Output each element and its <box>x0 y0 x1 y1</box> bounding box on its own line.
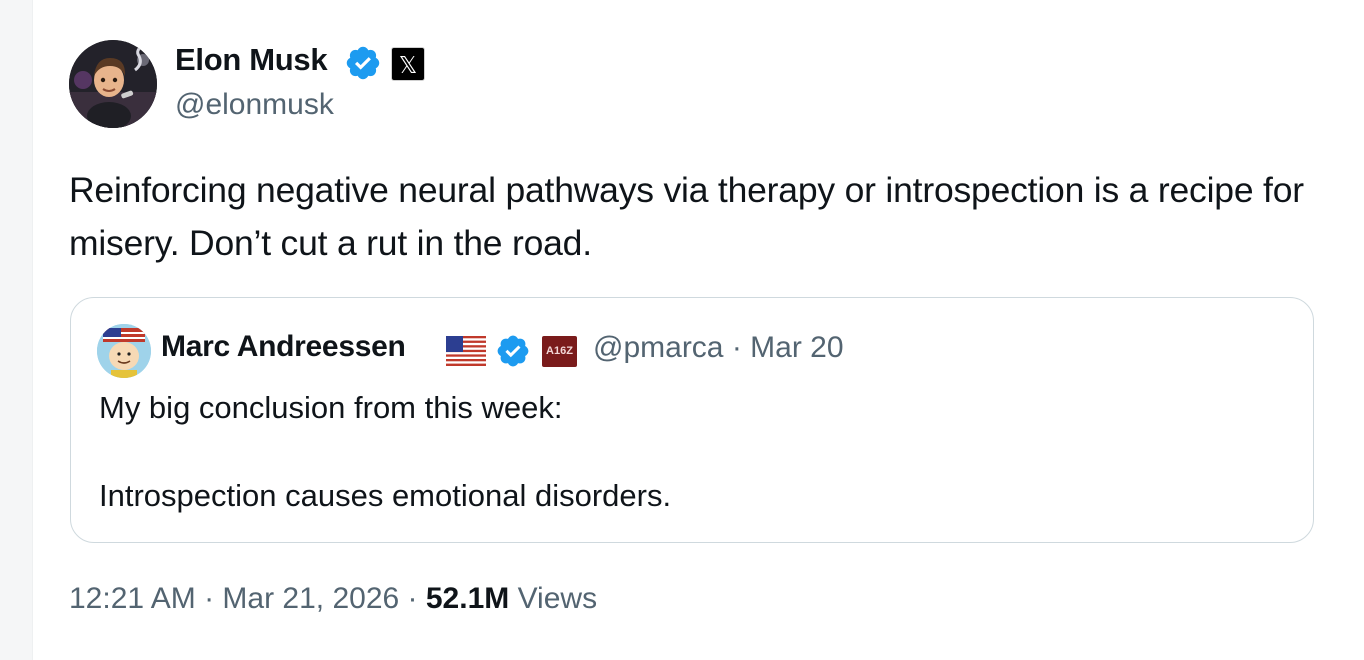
quote-author-name[interactable]: Marc Andreessen <box>161 330 406 364</box>
quote-text-line: My big conclusion from this week: <box>99 390 563 425</box>
views-label: Views <box>509 582 598 615</box>
us-flag-icon <box>446 336 486 366</box>
verified-badge-icon[interactable] <box>495 333 531 369</box>
author-handle[interactable]: @elonmusk <box>175 88 334 122</box>
tweet-footer: 12:21 AM · Mar 21, 2026 · 52.1M Views <box>69 582 597 616</box>
author-avatar[interactable] <box>69 40 157 128</box>
author-name[interactable]: Elon Musk <box>175 42 328 78</box>
tweet-card: Elon Musk 𝕏 @elonmusk Reinforcing negati… <box>32 0 1364 660</box>
a16z-logo-icon[interactable]: A16Z <box>542 336 577 367</box>
quote-meta[interactable]: @pmarca · Mar 20 <box>593 331 844 365</box>
avatar-image <box>69 40 157 128</box>
tweet-timestamp[interactable]: 12:21 AM · Mar 21, 2026 · <box>69 582 426 615</box>
quote-text-line: Introspection causes emotional disorders… <box>99 478 672 513</box>
quoted-tweet[interactable]: Marc Andreessen A16Z @pmarca · Mar 20 My… <box>70 297 1314 543</box>
quote-text: My big conclusion from this week: Intros… <box>99 386 1279 518</box>
x-logo-icon[interactable]: 𝕏 <box>391 47 425 81</box>
quote-author-avatar[interactable] <box>97 324 151 378</box>
avatar-image <box>97 324 151 378</box>
quote-text-spacer <box>99 430 1279 474</box>
tweet-text: Reinforcing negative neural pathways via… <box>69 170 1304 263</box>
views-count[interactable]: 52.1M <box>426 582 509 615</box>
verified-badge-icon[interactable] <box>344 44 382 82</box>
